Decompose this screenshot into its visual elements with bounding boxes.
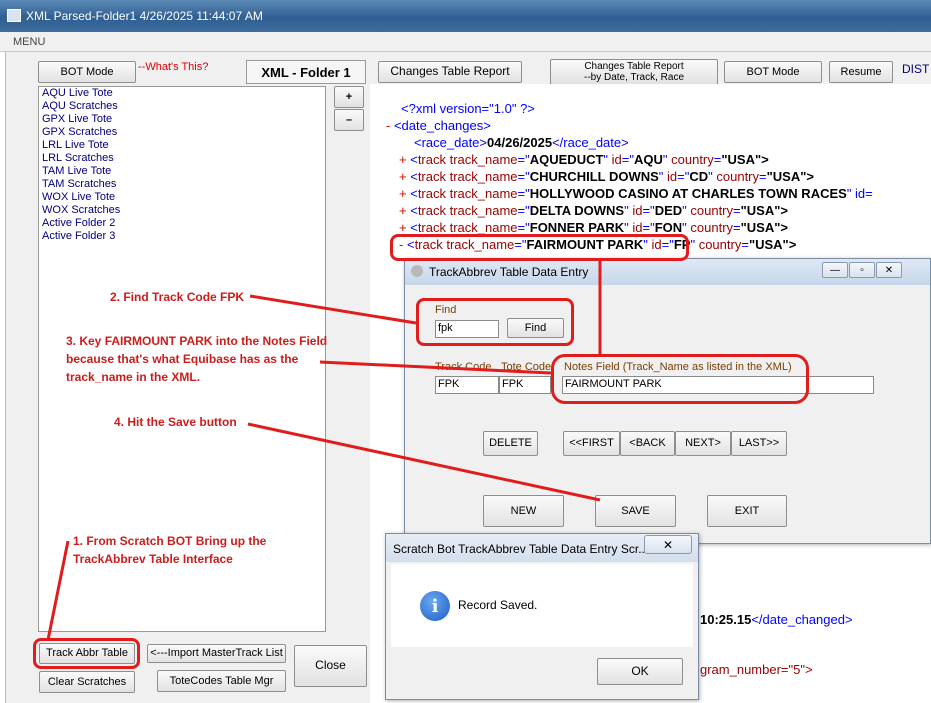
arrow-step4 bbox=[247, 422, 601, 502]
arrow-step1 bbox=[46, 540, 70, 641]
arrow-step2 bbox=[249, 294, 417, 325]
annotation-step3-line2: because that's what Equibase has as the bbox=[66, 352, 299, 366]
annotation-step1-line2: TrackAbbrev Table Interface bbox=[73, 552, 233, 566]
annotation-step1-line1: 1. From Scratch BOT Bring up the bbox=[73, 534, 267, 548]
annotation-step2: 2. Find Track Code FPK bbox=[110, 290, 245, 304]
arrow-step3 bbox=[319, 360, 552, 375]
annotation-step3-line3: track_name in the XML. bbox=[66, 370, 201, 384]
annotation-step4: 4. Hit the Save button bbox=[114, 415, 237, 429]
annotation-step3-line1: 3. Key FAIRMOUNT PARK into the Notes Fie… bbox=[66, 334, 328, 348]
